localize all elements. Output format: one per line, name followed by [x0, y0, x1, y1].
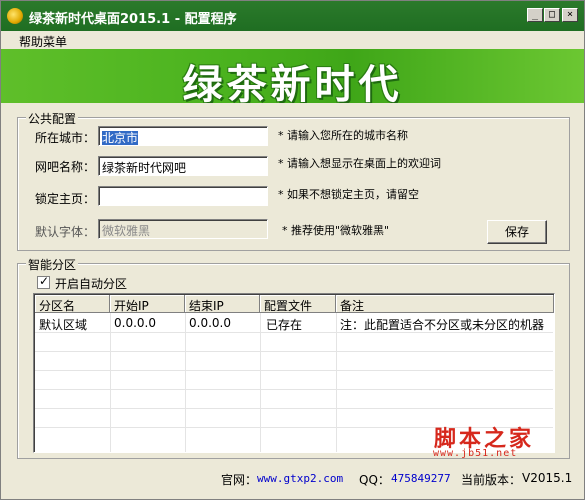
column-header-remark[interactable]: 备注	[336, 295, 554, 313]
version-label: 当前版本：	[461, 473, 522, 487]
save-button[interactable]: 保存	[487, 220, 547, 244]
row-cell-start-ip[interactable]: 0.0.0.0	[114, 316, 156, 330]
grid-line	[260, 313, 261, 452]
title-bar[interactable]: 绿茶新时代桌面2015.1 - 配置程序 _ □ ×	[1, 1, 584, 31]
qq-label: QQ：	[359, 473, 390, 487]
grid-line	[336, 313, 337, 452]
auto-partition-checkbox[interactable]	[37, 274, 50, 289]
grid-line	[35, 351, 553, 352]
website-link[interactable]: www.gtxp2.com	[257, 472, 343, 485]
banner-title: 绿茶新时代	[182, 61, 403, 103]
netbar-name-input[interactable]: 绿茶新时代网吧	[98, 156, 268, 176]
column-header-end-ip[interactable]: 结束IP	[185, 295, 260, 313]
grid-line	[35, 370, 553, 371]
font-hint: * 推荐使用"微软雅黑"	[282, 224, 390, 237]
city-hint: * 请输入您所在的城市名称	[278, 129, 408, 142]
qq-number: 475849277	[391, 472, 451, 485]
grid-line	[110, 313, 111, 452]
menu-bar: 帮助菜单	[1, 31, 584, 49]
font-input: 微软雅黑	[98, 219, 268, 239]
main-window: 绿茶新时代桌面2015.1 - 配置程序 _ □ × 帮助菜单 绿茶新时代 公共…	[0, 0, 585, 500]
website-label: 官网：	[221, 473, 258, 487]
app-icon	[7, 8, 23, 24]
row-cell-end-ip[interactable]: 0.0.0.0	[189, 316, 231, 330]
homepage-label: 锁定主页：	[35, 192, 96, 206]
smart-partition-legend: 智能分区	[26, 256, 79, 273]
watermark-url: www.jb51.net	[433, 448, 518, 459]
grid-line	[185, 313, 186, 452]
column-header-name[interactable]: 分区名	[35, 295, 110, 313]
row-cell-remark[interactable]: 注：此配置适合不分区或未分区的机器	[340, 316, 544, 333]
close-button[interactable]: ×	[562, 8, 578, 22]
homepage-input[interactable]	[98, 186, 268, 206]
maximize-button[interactable]: □	[544, 8, 560, 22]
auto-partition-label: 开启自动分区	[55, 277, 128, 291]
grid-line	[35, 408, 553, 409]
homepage-hint: * 如果不想锁定主页，请留空	[278, 188, 419, 201]
column-header-start-ip[interactable]: 开始IP	[110, 295, 185, 313]
column-header-config-file[interactable]: 配置文件	[260, 295, 336, 313]
row-cell-name[interactable]: 默认区域	[39, 316, 87, 333]
font-label: 默认字体：	[35, 225, 96, 239]
netbar-hint: * 请输入想显示在桌面上的欢迎词	[278, 157, 441, 170]
banner: 绿茶新时代	[1, 49, 584, 103]
status-bar: 官网： www.gtxp2.com QQ： 475849277 当前版本： V2…	[1, 463, 584, 499]
public-config-legend: 公共配置	[26, 110, 79, 127]
row-cell-config-file[interactable]: 已存在	[266, 316, 302, 333]
city-label: 所在城市：	[35, 131, 96, 145]
window-title: 绿茶新时代桌面2015.1 - 配置程序	[29, 12, 237, 27]
version-value: V2015.1	[522, 471, 573, 485]
minimize-button[interactable]: _	[527, 8, 543, 22]
grid-line	[35, 389, 553, 390]
menu-help[interactable]: 帮助菜单	[19, 33, 67, 50]
city-input[interactable]: 北京市	[98, 126, 268, 146]
netbar-label: 网吧名称：	[35, 160, 96, 174]
city-value: 北京市	[102, 131, 139, 145]
